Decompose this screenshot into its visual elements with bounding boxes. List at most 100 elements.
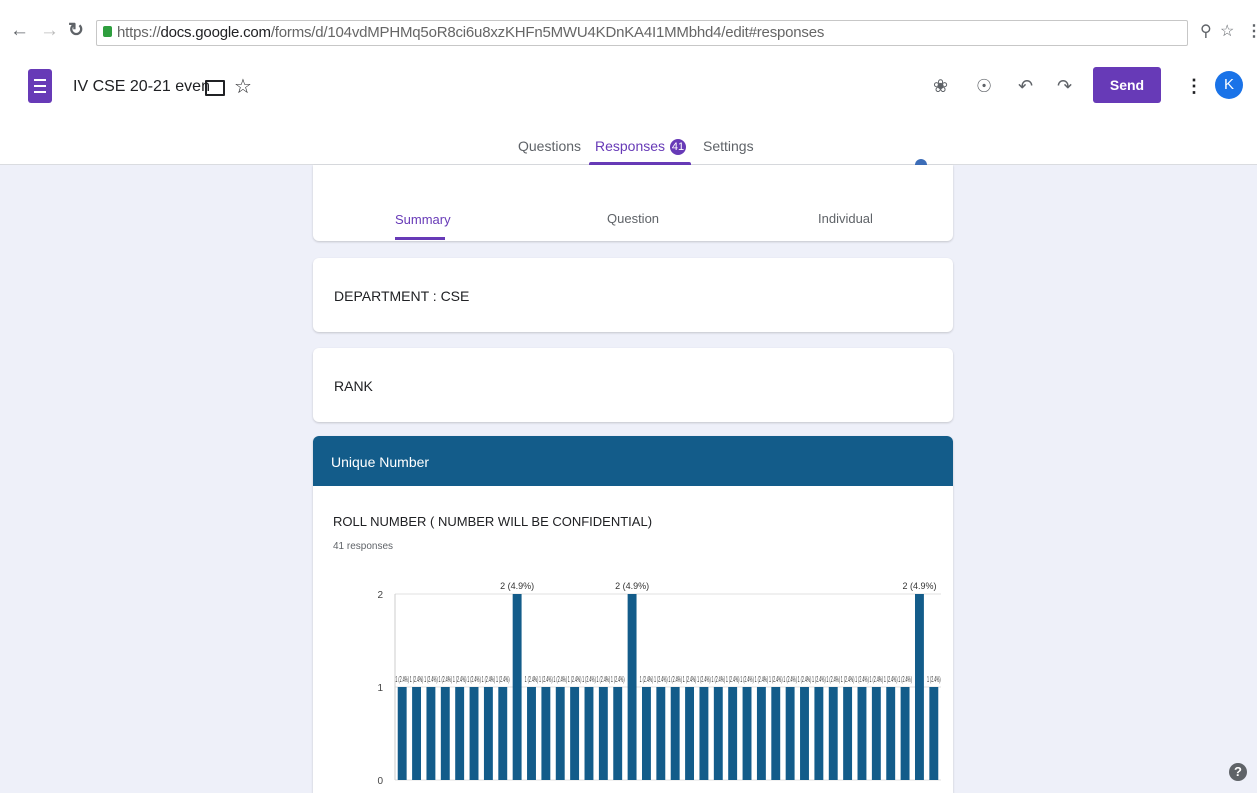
undo-icon[interactable]: ↶ [1018, 76, 1033, 97]
summary-tabs-card: Summary Question Individual [313, 165, 953, 241]
bar-data-label: 1 (2.4%) [855, 675, 869, 684]
bar-data-label: 1 (2.4%) [697, 675, 711, 684]
forward-arrow-icon[interactable]: → [40, 21, 59, 41]
browser-menu-icon[interactable]: ⋮ [1246, 21, 1257, 41]
bar-data-label: 1 (2.4%) [640, 675, 654, 684]
subtab-underline [395, 237, 445, 240]
bar-data-label: 2 (4.9%) [902, 581, 936, 591]
bar [742, 687, 752, 780]
bar-data-label: 1 (2.4%) [740, 675, 754, 684]
bar [914, 594, 924, 780]
bar [397, 687, 407, 780]
subtab-question[interactable]: Question [607, 211, 659, 226]
tab-settings[interactable]: Settings [703, 138, 754, 154]
send-button[interactable]: Send [1093, 67, 1161, 103]
bookmark-star-icon[interactable]: ☆ [1220, 21, 1234, 41]
redo-icon[interactable]: ↷ [1057, 76, 1072, 97]
bar [871, 687, 881, 780]
tab-responses-label: Responses [595, 138, 666, 154]
bar [857, 687, 867, 780]
bar-data-label: 1 (2.4%) [841, 675, 855, 684]
bar [498, 687, 508, 780]
forms-header: IV CSE 20-21 even ☆ ❀ ☉ ↶ ↷ Send ⋮ K Que… [0, 52, 1257, 165]
bar-data-label: 1 (2.4%) [453, 675, 467, 684]
responses-count-badge: 41 [670, 139, 687, 155]
bar [756, 687, 766, 780]
bar-data-label: 1 (2.4%) [668, 675, 682, 684]
bar [728, 687, 738, 780]
department-card: DEPARTMENT : CSE [313, 258, 953, 332]
bar [570, 687, 580, 780]
bar-data-label: 1 (2.4%) [568, 675, 582, 684]
bar-data-label: 1 (2.4%) [870, 675, 884, 684]
bar [512, 594, 522, 780]
rank-card: RANK [313, 348, 953, 422]
bar [426, 687, 436, 780]
star-icon[interactable]: ☆ [234, 74, 252, 99]
bar-data-label: 1 (2.4%) [726, 675, 740, 684]
bar-data-label: 1 (2.4%) [783, 675, 797, 684]
bar [469, 687, 479, 780]
tab-questions[interactable]: Questions [518, 138, 581, 154]
bar [613, 687, 623, 780]
url-text: https://docs.google.com/forms/d/104vdMPH… [117, 24, 825, 41]
bar [699, 687, 709, 780]
reload-icon[interactable]: ↻ [68, 21, 84, 41]
bar [555, 687, 565, 780]
doc-title[interactable]: IV CSE 20-21 even [73, 78, 210, 96]
bar-data-label: 1 (2.4%) [438, 675, 452, 684]
bar-data-label: 2 (4.9%) [500, 581, 534, 591]
rank-title: RANK [334, 378, 373, 394]
bar [527, 687, 536, 780]
folder-icon[interactable] [205, 80, 225, 96]
bar-data-label: 1 (2.4%) [539, 675, 553, 684]
bar [785, 687, 795, 780]
bar [800, 687, 809, 780]
y-tick-label: 1 [377, 683, 383, 694]
zoom-icon[interactable]: ⚲ [1200, 21, 1212, 41]
url-field[interactable]: https://docs.google.com/forms/d/104vdMPH… [96, 20, 1188, 46]
palette-icon[interactable]: ❀ [933, 76, 948, 97]
y-tick-label: 2 [377, 590, 383, 601]
bar-data-label: 1 (2.4%) [582, 675, 596, 684]
bar [886, 687, 896, 780]
bar-data-label: 2 (4.9%) [615, 581, 649, 591]
bar [685, 687, 695, 780]
bar-data-label: 1 (2.4%) [898, 675, 912, 684]
bar-data-label: 1 (2.4%) [410, 675, 424, 684]
bar [828, 687, 838, 780]
bar [584, 687, 594, 780]
tab-responses[interactable]: Responses 41 [595, 138, 687, 155]
bar-data-label: 1 (2.4%) [496, 675, 510, 684]
subtab-individual[interactable]: Individual [818, 211, 873, 226]
preview-eye-icon[interactable]: ☉ [976, 76, 992, 97]
roll-number-bar-chart: 0121 (2.4%) 1 (2.4%) 1 (2.4%) 1 (2.4%) 1 (2.… [377, 581, 941, 787]
y-tick-label: 0 [377, 776, 383, 787]
bar [656, 687, 666, 780]
bar [670, 687, 680, 780]
avatar[interactable]: K [1215, 71, 1243, 99]
help-icon[interactable]: ? [1229, 763, 1247, 781]
back-arrow-icon[interactable]: ← [10, 21, 29, 41]
bar [900, 687, 910, 780]
bar-data-label: 1 (2.4%) [769, 675, 783, 684]
unique-number-section: Unique Number ROLL NUMBER ( NUMBER WILL … [313, 436, 953, 793]
bar-data-label: 1 (2.4%) [482, 675, 496, 684]
forms-logo-icon[interactable] [28, 69, 52, 103]
bar-data-label: 1 (2.4%) [597, 675, 611, 684]
bar [541, 687, 551, 780]
bar [412, 687, 422, 780]
bar-data-label: 1 (2.4%) [611, 675, 625, 684]
bar [598, 687, 608, 780]
bar-data-label: 1 (2.4%) [798, 675, 812, 684]
bar [771, 687, 781, 780]
bar-data-label: 1 (2.4%) [395, 675, 409, 684]
bar [440, 687, 450, 780]
bar [483, 687, 493, 780]
subtab-summary[interactable]: Summary [395, 212, 451, 227]
bar [455, 687, 465, 780]
bar-data-label: 1 (2.4%) [812, 675, 826, 684]
more-options-icon[interactable]: ⋮ [1185, 76, 1203, 97]
bar [713, 687, 723, 780]
bar-data-label: 1 (2.4%) [553, 675, 567, 684]
